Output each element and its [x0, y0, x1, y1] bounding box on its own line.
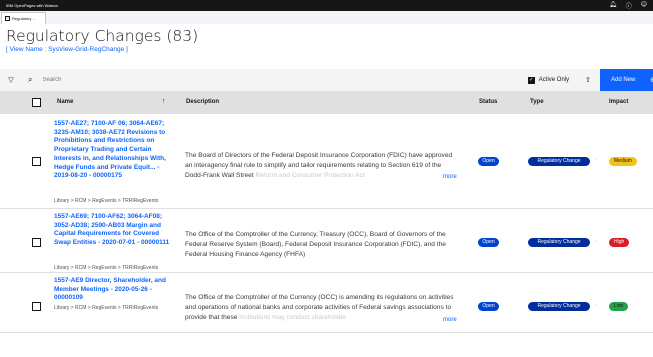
column-header-impact[interactable]: Impact — [609, 99, 628, 105]
search-area: ⌕ — [28, 75, 528, 85]
description-text: The Office of the Comptroller of the Cur… — [185, 231, 446, 258]
top-icons: 🔔︎ ⓘ ☺ — [609, 1, 647, 10]
view-name-link[interactable]: [ View Name : SysView-Grid-RegChange ] — [6, 46, 647, 53]
column-header-name[interactable]: Name — [57, 99, 73, 105]
table-row[interactable]: 1557-AE27; 7100-AF 06; 3064-AE67; 3235-A… — [0, 114, 653, 209]
export-icon[interactable]: ⇧ — [585, 76, 591, 84]
record-name-link[interactable]: 1557-AE69; 7100-AF62; 3064-AF08; 3052-AD… — [54, 213, 176, 248]
record-path: Library > RCM > RegEvents > TRRIRegEvent… — [54, 198, 159, 204]
active-only-label: Active Only — [538, 77, 570, 83]
status-badge: Open — [478, 238, 499, 247]
description-fade-text: Reform and Consumer Protection Act — [253, 171, 365, 179]
type-badge: Regulatory Change — [528, 157, 590, 166]
row-checkbox[interactable] — [32, 157, 41, 166]
search-input[interactable] — [42, 77, 243, 83]
record-path: Library > RCM > RegEvents > TRRIRegEvent… — [54, 305, 159, 311]
record-name-link[interactable]: 1557-AE27; 7100-AF 06; 3064-AE67; 3235-A… — [54, 120, 176, 181]
separator: · — [596, 302, 598, 308]
table-row[interactable]: 1557-AE9 Director, Shareholder, and Memb… — [0, 273, 653, 333]
top-bar: IBM OpenPages with Watson 🔔︎ ⓘ ☺ — [0, 0, 653, 11]
record-path: Library > RCM > RegEvents > TRRIRegEvent… — [54, 265, 159, 271]
bell-icon[interactable]: 🔔︎ — [609, 1, 617, 10]
search-icon: ⌕ — [28, 75, 33, 84]
row-checkbox[interactable] — [32, 238, 41, 247]
more-link[interactable]: more — [443, 174, 457, 180]
page-content: Regulatory Changes (83) [ View Name : Sy… — [0, 24, 653, 357]
impact-badge: Medium — [609, 157, 637, 166]
grid-icon: □ — [5, 16, 10, 21]
add-new-label: Add New — [611, 77, 636, 83]
brand-name: IBM OpenPages with Watson — [6, 3, 59, 8]
column-header-description[interactable]: Description — [186, 99, 219, 105]
table-header: Name ↑ Description Status Type Impact — [0, 91, 653, 114]
record-description: The Office of the Comptroller of the Cur… — [185, 293, 457, 322]
column-header-type[interactable]: Type — [530, 99, 544, 105]
impact-badge: Low — [609, 302, 629, 311]
tab-label: Regulatory ... — [12, 16, 36, 21]
grid-toolbar: ▽ ⌕ ✓ Active Only ⇧ Add New ⊕ — [0, 69, 653, 91]
description-fade-text: institutions may conduct shareholder — [237, 313, 347, 321]
sort-arrow-icon[interactable]: ↑ — [162, 98, 166, 105]
type-badge: Regulatory Change — [528, 238, 590, 247]
page-title: Regulatory Changes (83) — [6, 27, 199, 45]
status-badge: Open — [478, 157, 499, 166]
select-all-checkbox[interactable] — [32, 98, 41, 107]
separator: · — [596, 157, 598, 163]
tab-regulatory[interactable]: □ Regulatory ... — [1, 12, 46, 24]
active-only-checkbox[interactable]: ✓ Active Only — [527, 76, 570, 84]
record-description: The Board of Directors of the Federal De… — [185, 151, 457, 180]
record-description: The Office of the Comptroller of the Cur… — [185, 230, 457, 259]
type-badge: Regulatory Change — [528, 302, 590, 311]
help-icon[interactable]: ⓘ — [626, 1, 632, 10]
record-name-link[interactable]: 1557-AE9 Director, Shareholder, and Memb… — [54, 277, 176, 303]
tab-strip: □ Regulatory ... — [0, 11, 653, 24]
checkbox-checked-icon: ✓ — [527, 76, 535, 84]
status-badge: Open — [478, 302, 499, 311]
impact-badge: High — [609, 238, 630, 247]
row-checkbox[interactable] — [32, 302, 41, 311]
user-icon[interactable]: ☺ — [641, 1, 647, 10]
column-header-status[interactable]: Status — [479, 99, 497, 105]
page-header: Regulatory Changes (83) [ View Name : Sy… — [0, 24, 653, 60]
separator: · — [596, 238, 598, 244]
table-row[interactable]: 1557-AE69; 7100-AF62; 3064-AF08; 3052-AD… — [0, 209, 653, 273]
filter-icon[interactable]: ▽ — [2, 76, 20, 84]
more-link[interactable]: more — [443, 317, 457, 323]
add-new-button[interactable]: Add New ⊕ — [600, 69, 653, 91]
